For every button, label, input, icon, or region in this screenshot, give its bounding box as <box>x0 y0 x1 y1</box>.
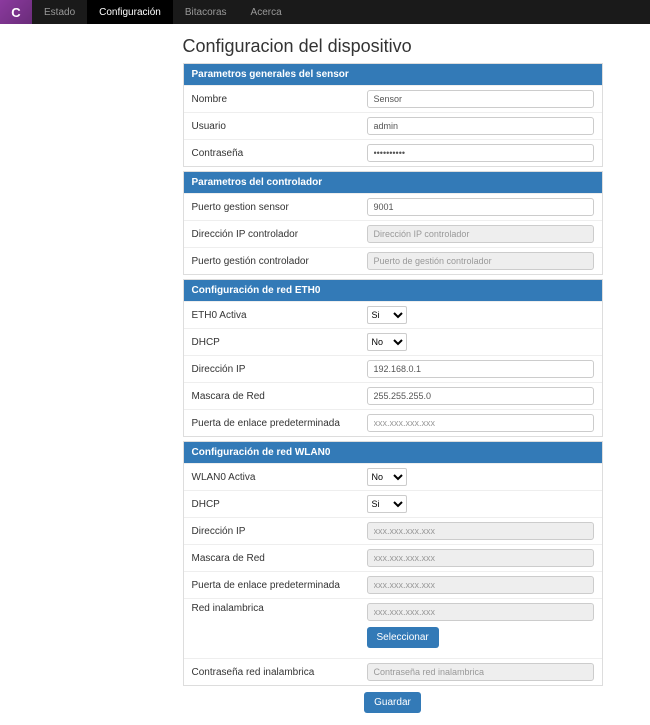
panel-eth0-heading: Configuración de red ETH0 <box>184 280 602 301</box>
page-title: Configuracion del dispositivo <box>183 36 603 57</box>
panel-controller: Parametros del controlador Puerto gestio… <box>183 171 603 275</box>
input-wlan0-gateway[interactable] <box>367 576 594 594</box>
select-eth0-dhcp[interactable]: No <box>367 333 407 351</box>
label-nombre: Nombre <box>192 94 367 105</box>
select-wlan0-dhcp[interactable]: Si <box>367 495 407 513</box>
input-eth0-mask[interactable] <box>367 387 594 405</box>
label-wlan0-activa: WLAN0 Activa <box>192 472 367 483</box>
label-usuario: Usuario <box>192 121 367 132</box>
main-container: Configuracion del dispositivo Parametros… <box>48 36 603 713</box>
label-wlan0-pass: Contraseña red inalambrica <box>192 667 367 678</box>
nav-bitacoras[interactable]: Bitacoras <box>173 0 239 24</box>
label-contrasena: Contraseña <box>192 148 367 159</box>
label-puerto-sensor: Puerto gestion sensor <box>192 202 367 213</box>
button-guardar[interactable]: Guardar <box>364 692 421 713</box>
label-wlan0-dhcp: DHCP <box>192 499 367 510</box>
input-eth0-gateway[interactable] <box>367 414 594 432</box>
input-wlan0-ssid[interactable] <box>367 603 594 621</box>
input-wlan0-ip[interactable] <box>367 522 594 540</box>
brand-logo[interactable]: C <box>0 0 32 24</box>
nav-configuracion[interactable]: Configuración <box>87 0 173 24</box>
nav-estado[interactable]: Estado <box>32 0 87 24</box>
label-wlan0-mask: Mascara de Red <box>192 553 367 564</box>
label-wlan0-ssid: Red inalambrica <box>192 603 367 614</box>
select-eth0-activa[interactable]: Si <box>367 306 407 324</box>
label-eth0-mask: Mascara de Red <box>192 391 367 402</box>
navbar: C Estado Configuración Bitacoras Acerca <box>0 0 650 24</box>
select-wlan0-activa[interactable]: No <box>367 468 407 486</box>
label-eth0-gateway: Puerta de enlace predeterminada <box>192 418 367 429</box>
panel-wlan0: Configuración de red WLAN0 WLAN0 Activa … <box>183 441 603 686</box>
input-ip-controlador[interactable] <box>367 225 594 243</box>
input-usuario[interactable] <box>367 117 594 135</box>
label-eth0-ip: Dirección IP <box>192 364 367 375</box>
panel-sensor: Parametros generales del sensor Nombre U… <box>183 63 603 167</box>
input-wlan0-mask[interactable] <box>367 549 594 567</box>
label-puerto-controlador: Puerto gestión controlador <box>192 256 367 267</box>
input-wlan0-pass[interactable] <box>367 663 594 681</box>
input-eth0-ip[interactable] <box>367 360 594 378</box>
input-nombre[interactable] <box>367 90 594 108</box>
panel-sensor-heading: Parametros generales del sensor <box>184 64 602 85</box>
nav-acerca[interactable]: Acerca <box>239 0 294 24</box>
label-ip-controlador: Dirección IP controlador <box>192 229 367 240</box>
button-seleccionar[interactable]: Seleccionar <box>367 627 439 648</box>
label-wlan0-gateway: Puerta de enlace predeterminada <box>192 580 367 591</box>
input-puerto-sensor[interactable] <box>367 198 594 216</box>
input-puerto-controlador[interactable] <box>367 252 594 270</box>
label-eth0-activa: ETH0 Activa <box>192 310 367 321</box>
panel-controller-heading: Parametros del controlador <box>184 172 602 193</box>
panel-wlan0-heading: Configuración de red WLAN0 <box>184 442 602 463</box>
label-wlan0-ip: Dirección IP <box>192 526 367 537</box>
input-contrasena[interactable] <box>367 144 594 162</box>
panel-eth0: Configuración de red ETH0 ETH0 Activa Si… <box>183 279 603 437</box>
label-eth0-dhcp: DHCP <box>192 337 367 348</box>
